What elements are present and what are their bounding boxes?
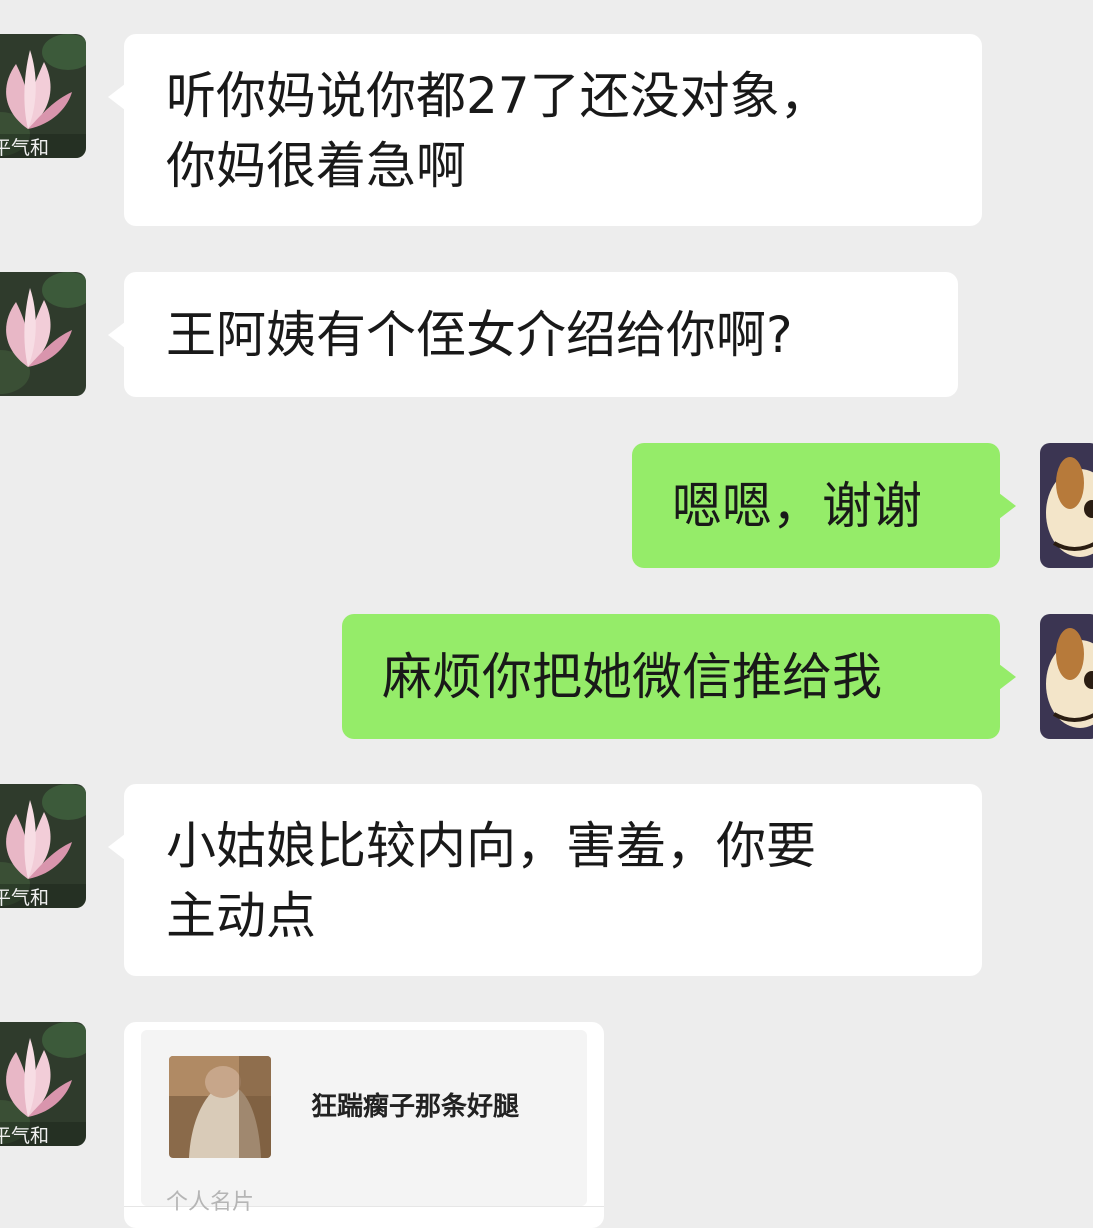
lotus-avatar-icon (0, 272, 86, 396)
incoming-message-bubble[interactable]: 小姑娘比较内向，害羞，你要 主动点 (108, 784, 982, 976)
contact-avatar[interactable]: 平气和 (0, 1022, 86, 1146)
contact-avatar[interactable] (0, 272, 86, 396)
my-avatar[interactable] (1040, 443, 1093, 568)
outgoing-message-bubble[interactable]: 嗯嗯，谢谢 (632, 443, 1016, 568)
svg-text:平气和: 平气和 (0, 1125, 49, 1146)
message-text: 听你妈说你都27了还没对象， 你妈很着急啊 (166, 67, 830, 195)
contact-card-body: 狂踹瘸子那条好腿 (141, 1030, 587, 1206)
bubble-tail (108, 84, 125, 110)
bubble-tail (999, 664, 1016, 690)
contact-avatar[interactable]: 平气和 (0, 34, 86, 158)
incoming-message-bubble[interactable]: 王阿姨有个侄女介绍给你啊? (108, 272, 958, 397)
lotus-avatar-icon: 平气和 (0, 784, 86, 908)
my-avatar[interactable] (1040, 614, 1093, 739)
message-text: 小姑娘比较内向，害羞，你要 主动点 (166, 817, 816, 945)
contact-card-label: 个人名片 (166, 1190, 255, 1215)
lotus-avatar-icon: 平气和 (0, 34, 86, 158)
message-text: 王阿姨有个侄女介绍给你啊? (166, 306, 793, 364)
contact-card-photo (169, 1056, 271, 1158)
profile-photo-icon (169, 1056, 271, 1158)
message-text: 嗯嗯，谢谢 (672, 477, 922, 535)
cartoon-dog-avatar-icon (1040, 443, 1093, 568)
bubble-tail (108, 834, 125, 860)
message-text: 麻烦你把她微信推给我 (382, 648, 882, 706)
cartoon-dog-avatar-icon (1040, 614, 1093, 739)
bubble-tail (999, 493, 1016, 519)
svg-text:平气和: 平气和 (0, 137, 49, 158)
contact-card-name: 狂踹瘸子那条好腿 (311, 1092, 520, 1122)
contact-avatar[interactable]: 平气和 (0, 784, 86, 908)
lotus-avatar-icon: 平气和 (0, 1022, 86, 1146)
contact-card-message[interactable]: 狂踹瘸子那条好腿 个人名片 (124, 1022, 604, 1228)
svg-text:平气和: 平气和 (0, 887, 49, 908)
incoming-message-bubble[interactable]: 听你妈说你都27了还没对象， 你妈很着急啊 (108, 34, 982, 226)
bubble-tail (108, 322, 125, 348)
outgoing-message-bubble[interactable]: 麻烦你把她微信推给我 (342, 614, 1016, 739)
